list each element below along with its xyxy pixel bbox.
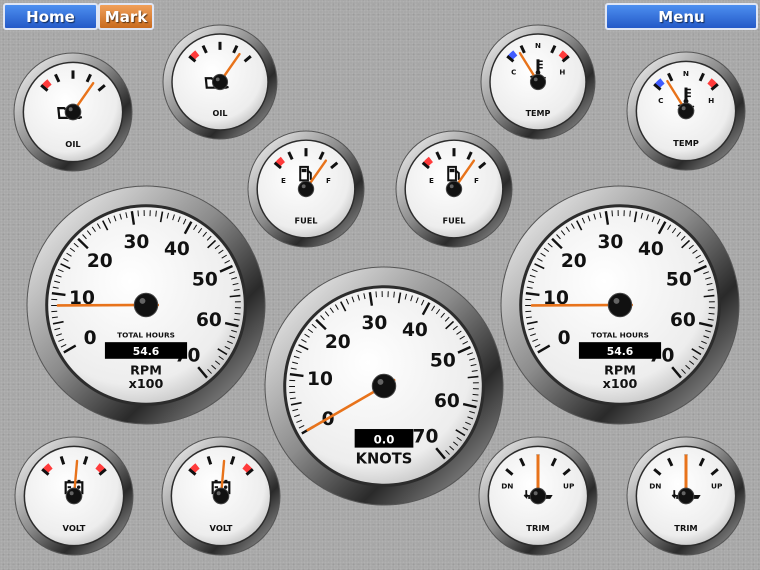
needle-hub bbox=[445, 180, 463, 198]
hours-readout: 54.6 bbox=[133, 345, 160, 358]
tick-label: 60 bbox=[196, 310, 222, 331]
tick-label: 40 bbox=[638, 239, 664, 260]
oil2-gauge: OIL bbox=[162, 24, 278, 140]
needle-hub bbox=[677, 487, 695, 505]
gauge-label: OIL bbox=[65, 139, 81, 149]
trim-up-label: UP bbox=[711, 481, 723, 490]
tick-label: 60 bbox=[670, 310, 696, 331]
gauge-label: TEMP bbox=[526, 109, 551, 118]
temp-normal-label: N bbox=[683, 69, 689, 78]
temp-cold-label: C bbox=[511, 67, 516, 76]
needle-hub bbox=[529, 487, 547, 505]
speed-readout: 0.0 bbox=[374, 433, 395, 447]
needle-hub bbox=[297, 180, 315, 198]
needle-hub bbox=[607, 292, 633, 318]
volt1-gauge: VOLT bbox=[14, 436, 134, 556]
rpm1-gauge: 0 10 20 30 40 50 60 70 TOTAL HOURS 54.6 RPM x100 bbox=[26, 185, 266, 425]
mark-button[interactable]: Mark bbox=[98, 3, 154, 30]
hours-readout: 54.6 bbox=[607, 345, 634, 358]
tick-label: 20 bbox=[87, 251, 113, 272]
needle-hub bbox=[212, 487, 230, 505]
gauge-label: TRIM bbox=[674, 523, 697, 533]
tick-label: 0 bbox=[558, 328, 571, 349]
temp2-gauge: N C H TEMP bbox=[626, 51, 746, 171]
tick-label: 30 bbox=[361, 313, 387, 334]
needle-hub bbox=[133, 292, 159, 318]
tick-label: 50 bbox=[666, 269, 692, 290]
fuel-empty-label: E bbox=[429, 176, 434, 185]
needle-hub bbox=[371, 373, 397, 399]
fuel2-gauge: E F FUEL bbox=[395, 130, 513, 248]
knots-gauge: 0102030405060700.0KNOTS bbox=[264, 266, 504, 506]
temp1-gauge: N C H TEMP bbox=[480, 24, 596, 140]
gauge-label: KNOTS bbox=[356, 450, 413, 467]
tick-label: 0 bbox=[84, 328, 97, 349]
gauge-label: FUEL bbox=[443, 216, 466, 226]
fuel-empty-label: E bbox=[281, 176, 286, 185]
oil1-gauge: OIL bbox=[13, 52, 133, 172]
rpm2-gauge: 0 10 20 30 40 50 60 70 TOTAL HOURS 54.6 RPM x100 bbox=[500, 185, 740, 425]
tick-label: 40 bbox=[164, 239, 190, 260]
needle-hub bbox=[65, 487, 83, 505]
trim-down-label: DN bbox=[501, 481, 513, 490]
temp-cold-label: C bbox=[658, 96, 663, 105]
fuel-full-label: F bbox=[474, 176, 479, 185]
tick-label: 50 bbox=[430, 350, 456, 371]
temp-hot-label: H bbox=[708, 96, 714, 105]
tick-label: 10 bbox=[307, 369, 333, 390]
tick-label: 70 bbox=[413, 426, 439, 447]
temp-hot-label: H bbox=[559, 67, 565, 76]
volt2-gauge: VOLT bbox=[161, 436, 281, 556]
home-button[interactable]: Home bbox=[3, 3, 98, 30]
tick-label: 50 bbox=[192, 269, 218, 290]
tick-label: 40 bbox=[402, 320, 428, 341]
trim2-gauge: DN UP TRIM bbox=[626, 436, 746, 556]
tick-label: 30 bbox=[597, 232, 623, 253]
gauge-label: OIL bbox=[213, 109, 228, 118]
gauge-label: VOLT bbox=[210, 523, 233, 533]
gauge-label: VOLT bbox=[63, 523, 86, 533]
trim1-gauge: DN UP TRIM bbox=[478, 436, 598, 556]
tick-label: 20 bbox=[561, 251, 587, 272]
gauge-sublabel: x100 bbox=[129, 376, 164, 391]
hours-label: TOTAL HOURS bbox=[591, 330, 649, 339]
gauge-label: TRIM bbox=[526, 523, 549, 533]
tick-label: 60 bbox=[434, 391, 460, 412]
needle-hub bbox=[211, 73, 229, 91]
needle-hub bbox=[677, 102, 695, 120]
temp-normal-label: N bbox=[535, 41, 541, 50]
tick-label: 30 bbox=[123, 232, 149, 253]
needle-hub bbox=[529, 73, 547, 91]
fuel-full-label: F bbox=[326, 176, 331, 185]
trim-up-label: UP bbox=[563, 481, 575, 490]
menu-button[interactable]: Menu bbox=[605, 3, 758, 30]
hours-label: TOTAL HOURS bbox=[117, 330, 175, 339]
gauge-label: FUEL bbox=[295, 216, 318, 226]
gauge-label: TEMP bbox=[673, 138, 699, 148]
gauge-sublabel: x100 bbox=[603, 376, 638, 391]
tick-label: 20 bbox=[325, 332, 351, 353]
trim-down-label: DN bbox=[649, 481, 661, 490]
needle-hub bbox=[64, 103, 82, 121]
